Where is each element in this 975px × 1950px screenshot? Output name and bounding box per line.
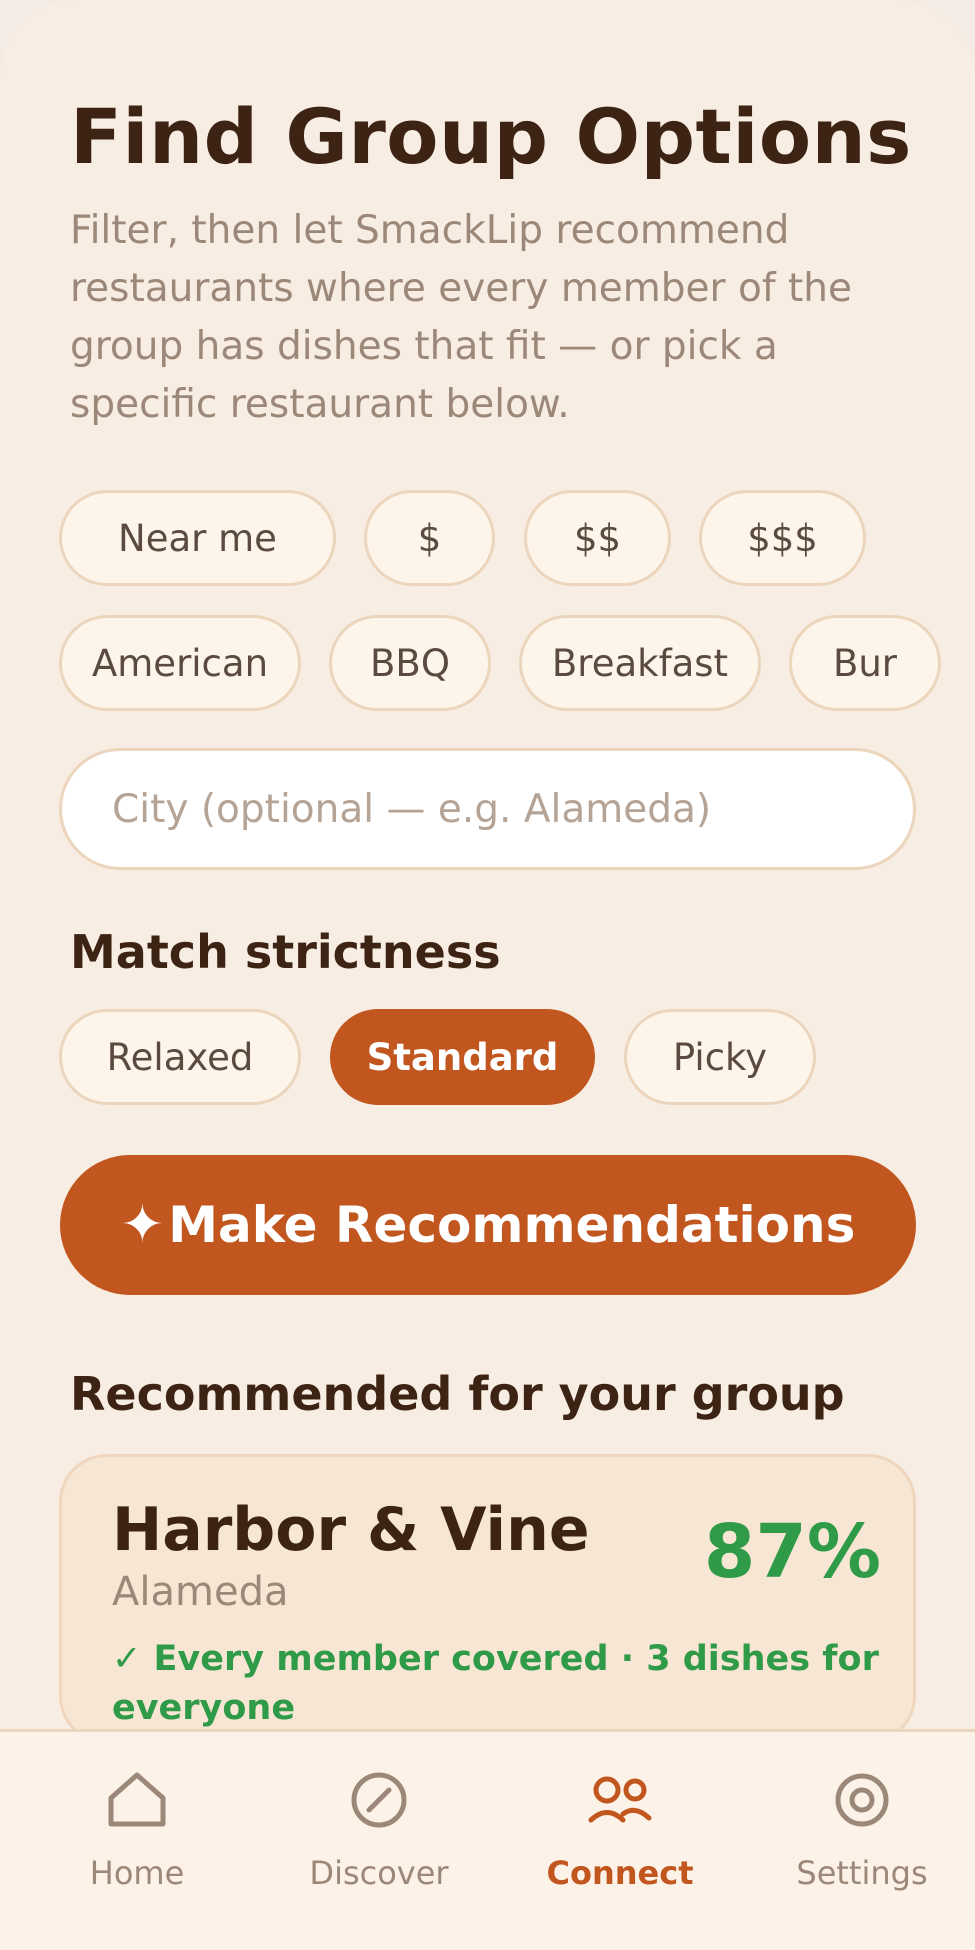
cuisine-chip-burgers[interactable]: Bur	[789, 615, 941, 711]
filter-chip-near-me[interactable]: Near me	[59, 490, 336, 586]
make-recommendations-label: Make Recommendations	[168, 1196, 856, 1254]
nav-discover-label: Discover	[309, 1854, 449, 1892]
bottom-nav: Home Discover Connect Settings	[0, 1729, 975, 1950]
match-score: 87%	[703, 1509, 881, 1595]
sparkle-icon: ✦	[120, 1195, 165, 1255]
restaurant-city: Alameda	[112, 1569, 289, 1615]
compass-icon	[351, 1772, 407, 1828]
home-icon	[108, 1772, 166, 1827]
restaurant-card[interactable]: Harbor & Vine Alameda 87% ✓ Every member…	[59, 1454, 916, 1744]
page-title: Find Group Options	[70, 92, 912, 181]
strictness-relaxed[interactable]: Relaxed	[59, 1009, 301, 1105]
make-recommendations-button[interactable]: ✦ Make Recommendations	[60, 1155, 916, 1295]
nav-connect[interactable]: Connect	[500, 1768, 740, 1892]
nav-connect-label: Connect	[546, 1854, 694, 1892]
nav-home[interactable]: Home	[17, 1768, 257, 1892]
strictness-picky[interactable]: Picky	[624, 1009, 816, 1105]
filter-chip-price-2[interactable]: $$	[524, 490, 671, 586]
gear-icon	[835, 1773, 889, 1827]
screen: Find Group Options Filter, then let Smac…	[0, 0, 975, 1950]
strictness-standard[interactable]: Standard	[330, 1009, 595, 1105]
nav-discover[interactable]: Discover	[259, 1768, 499, 1892]
cuisine-chip-bbq[interactable]: BBQ	[329, 615, 491, 711]
cuisine-chip-breakfast[interactable]: Breakfast	[519, 615, 761, 711]
filter-chip-price-3[interactable]: $$$	[699, 490, 866, 586]
cuisine-chip-american[interactable]: American	[59, 615, 301, 711]
restaurant-name: Harbor & Vine	[112, 1495, 590, 1565]
coverage-note: ✓ Every member covered · 3 dishes for ev…	[112, 1639, 879, 1728]
filter-chip-price-1[interactable]: $	[364, 490, 495, 586]
nav-settings[interactable]: Settings	[742, 1768, 975, 1892]
strictness-heading: Match strictness	[70, 925, 501, 979]
people-icon	[588, 1776, 652, 1823]
recommendations-heading: Recommended for your group	[70, 1367, 845, 1421]
nav-settings-label: Settings	[796, 1854, 928, 1892]
city-input[interactable]	[59, 748, 916, 870]
page-subtitle: Filter, then let SmackLip recommend rest…	[70, 208, 852, 427]
nav-home-label: Home	[89, 1854, 185, 1892]
